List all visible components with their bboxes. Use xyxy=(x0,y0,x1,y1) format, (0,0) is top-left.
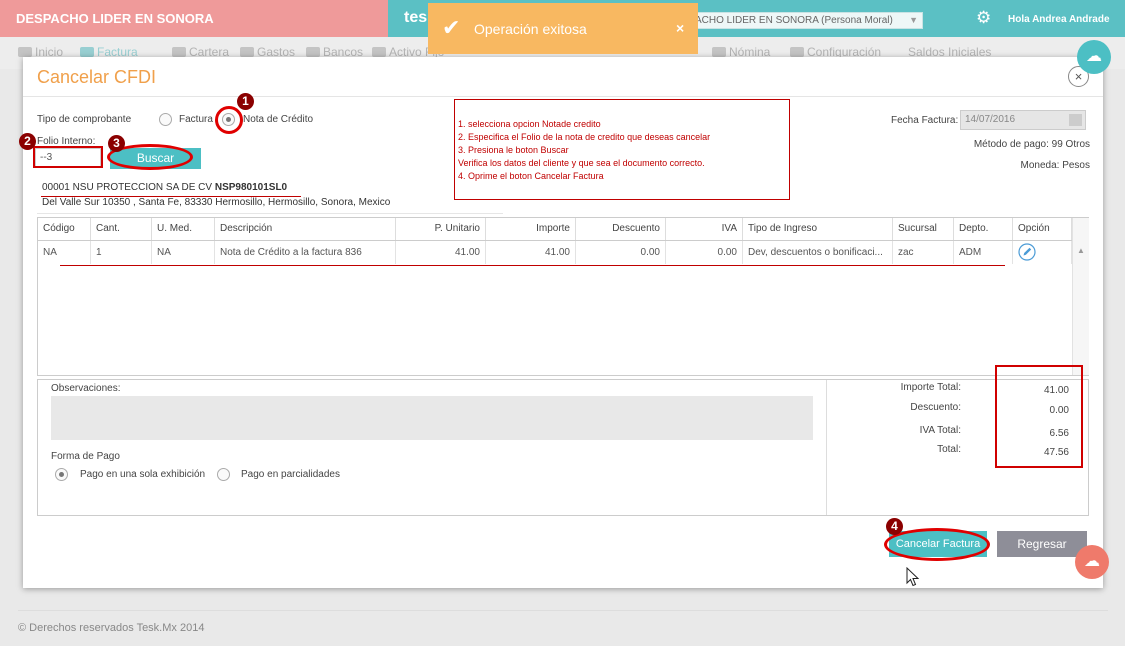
instruction-line: 3. Presiona le boton Buscar xyxy=(458,145,569,155)
client-info: 00001 NSU PROTECCION SA DE CV NSP980101S… xyxy=(37,175,503,214)
client-name: 00001 NSU PROTECCION SA DE CV xyxy=(42,182,213,193)
importe-total-label: Importe Total: xyxy=(900,382,961,393)
table-cell: 41.00 xyxy=(486,241,576,264)
pencil-icon[interactable] xyxy=(1018,243,1036,261)
moneda: Moneda: Pesos xyxy=(1020,160,1091,171)
instruction-line: 2. Especifica el Folio de la nota de cre… xyxy=(458,132,711,142)
fecha-factura-label: Fecha Factura: xyxy=(891,115,959,126)
iva-total-label: IVA Total: xyxy=(919,425,961,436)
tipo-comprobante-label: Tipo de comprobante xyxy=(37,114,132,125)
table-cell: 1 xyxy=(91,241,152,264)
radio-pago-parcialidades[interactable] xyxy=(217,468,230,481)
annotation-circle xyxy=(215,106,243,134)
instruction-line: 1. selecciona opcion Notade credito xyxy=(458,119,601,129)
observaciones-label: Observaciones: xyxy=(51,383,121,394)
check-icon: ✔ xyxy=(442,15,461,40)
radio-factura[interactable] xyxy=(159,113,172,126)
instructions-note: 1. selecciona opcion Notade credito 2. E… xyxy=(454,99,790,200)
divider xyxy=(23,96,1103,97)
concepts-table: Código Cant. U. Med. Descripción P. Unit… xyxy=(37,217,1089,376)
forma-pago-label: Forma de Pago xyxy=(51,451,120,462)
company-select-value: ACHO LIDER EN SONORA (Persona Moral) xyxy=(695,15,893,26)
column-header[interactable]: Descripción xyxy=(215,218,396,240)
radio-nota-credito-label: Nota de Crédito xyxy=(243,114,314,125)
toast-message: Operación exitosa xyxy=(474,21,587,37)
table-cell: zac xyxy=(893,241,954,264)
client-rfc: NSP980101SL0 xyxy=(214,182,288,193)
divider xyxy=(826,380,827,515)
instruction-line: Verifica los datos del cliente y que sea… xyxy=(458,158,705,168)
summary-panel: Observaciones: Forma de Pago Pago en una… xyxy=(37,379,1089,516)
table-cell-option xyxy=(1013,241,1072,264)
footer-copyright: © Derechos reservados Tesk.Mx 2014 xyxy=(18,622,205,634)
client-address: Del Valle Sur 10350 , Santa Fe, 83330 He… xyxy=(42,197,391,208)
table-cell: ADM xyxy=(954,241,1013,264)
dialog-title: Cancelar CFDI xyxy=(37,67,157,87)
success-toast: ✔ Operación exitosa × xyxy=(428,3,698,54)
radio-pago-una-exhibicion[interactable] xyxy=(55,468,68,481)
step-badge: 3 xyxy=(108,135,125,152)
mouse-cursor-icon xyxy=(906,567,920,587)
column-header[interactable]: Cant. xyxy=(91,218,152,240)
table-cell: Dev, descuentos o bonificaci... xyxy=(743,241,893,264)
app-logo[interactable]: tes xyxy=(404,9,427,27)
step-badge: 1 xyxy=(237,93,254,110)
metodo-pago: Método de pago: 99 Otros xyxy=(973,139,1090,150)
brand-name: DESPACHO LIDER EN SONORA xyxy=(0,0,388,37)
column-header[interactable]: P. Unitario xyxy=(396,218,486,240)
chevron-down-icon: ▼ xyxy=(909,15,918,25)
annotation-box xyxy=(33,146,103,168)
total-label: Total: xyxy=(937,444,961,455)
column-header[interactable]: U. Med. xyxy=(152,218,215,240)
step-badge: 4 xyxy=(886,518,903,535)
column-header[interactable]: Código xyxy=(38,218,91,240)
annotation-box xyxy=(995,365,1083,468)
observaciones-textarea[interactable] xyxy=(51,396,813,440)
column-header[interactable]: Descuento xyxy=(576,218,666,240)
toast-close-button[interactable]: × xyxy=(676,20,684,36)
table-scrollbar[interactable]: ▲ xyxy=(1072,218,1089,375)
annotation-underline xyxy=(41,196,301,197)
descuento-label: Descuento: xyxy=(910,402,961,413)
company-select[interactable]: ACHO LIDER EN SONORA (Persona Moral) ▼ xyxy=(690,12,923,29)
step-badge: 2 xyxy=(19,133,36,150)
table-cell: NA xyxy=(152,241,215,264)
cloud-chat-icon[interactable]: ☁ xyxy=(1077,40,1111,74)
client-name-line: 00001 NSU PROTECCION SA DE CV NSP980101S… xyxy=(42,182,287,193)
column-header[interactable]: Depto. xyxy=(954,218,1013,240)
calendar-icon xyxy=(1069,114,1082,126)
fecha-factura-value: 14/07/2016 xyxy=(965,114,1016,125)
table-cell: NA xyxy=(38,241,91,264)
arrow-up-icon[interactable]: ▲ xyxy=(1077,246,1085,255)
table-cell: 0.00 xyxy=(576,241,666,264)
column-header[interactable]: Importe xyxy=(486,218,576,240)
regresar-button[interactable]: Regresar xyxy=(997,531,1087,557)
fecha-factura-input: 14/07/2016 xyxy=(960,110,1086,130)
cancel-cfdi-dialog: Cancelar CFDI × Tipo de comprobante Fact… xyxy=(19,57,1103,588)
divider xyxy=(18,610,1108,611)
table-cell: 41.00 xyxy=(396,241,486,264)
instruction-line: 4. Oprime el boton Cancelar Factura xyxy=(458,171,604,181)
cloud-chat-icon[interactable]: ☁ xyxy=(1075,545,1109,579)
pago-una-label: Pago en una sola exhibición xyxy=(80,469,206,480)
table-cell: 0.00 xyxy=(666,241,743,264)
user-greeting[interactable]: Hola Andrea Andrade xyxy=(1008,14,1110,25)
table-cell: Nota de Crédito a la factura 836 xyxy=(215,241,396,264)
radio-factura-label: Factura xyxy=(179,114,213,125)
annotation-underline xyxy=(60,265,1005,266)
column-header[interactable]: Tipo de Ingreso xyxy=(743,218,893,240)
pago-parcial-label: Pago en parcialidades xyxy=(241,469,340,480)
gear-icon[interactable]: ⚙ xyxy=(976,8,991,28)
column-header[interactable]: Opción xyxy=(1013,218,1072,240)
column-header[interactable]: Sucursal xyxy=(893,218,954,240)
column-header[interactable]: IVA xyxy=(666,218,743,240)
